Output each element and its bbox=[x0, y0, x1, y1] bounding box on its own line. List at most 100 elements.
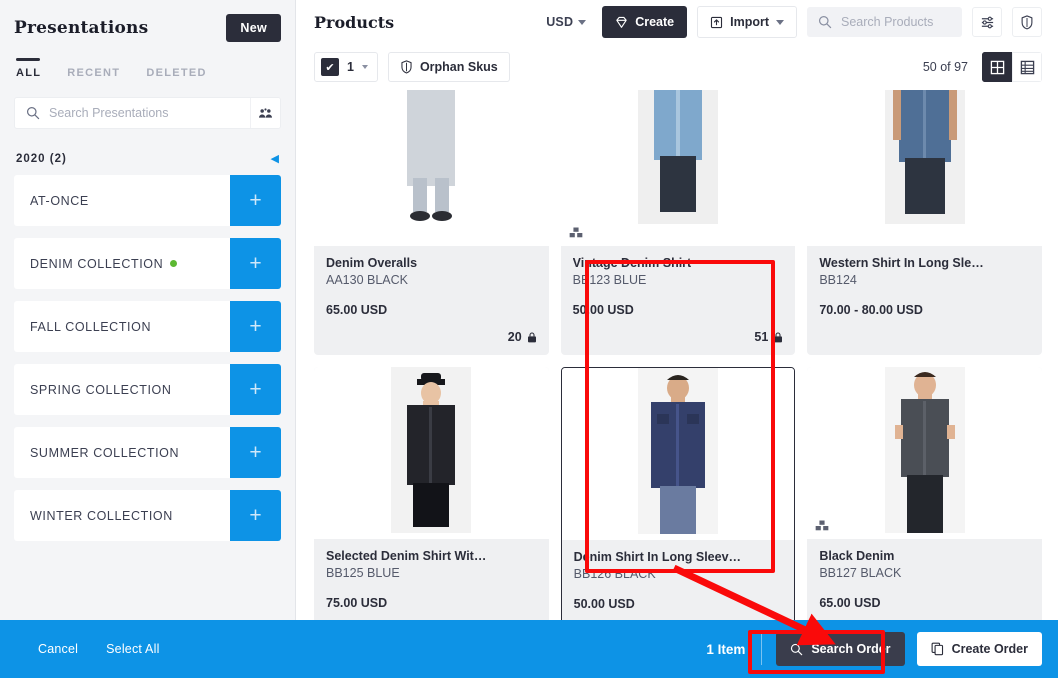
selection-count-label: 1 bbox=[347, 60, 354, 74]
sidebar-item-label-wrap: FALL COLLECTION bbox=[14, 301, 230, 352]
product-sku: BB127 BLACK bbox=[819, 566, 902, 580]
sidebar-header: Presentations New bbox=[0, 0, 295, 42]
product-image bbox=[807, 90, 1042, 246]
search-products-field[interactable] bbox=[807, 7, 962, 37]
product-name: Black Denim bbox=[819, 549, 895, 563]
selection-count-dropdown[interactable]: ✔ 1 bbox=[314, 52, 378, 82]
product-photo bbox=[391, 90, 472, 246]
product-image bbox=[314, 90, 549, 246]
shield-icon bbox=[400, 60, 413, 74]
add-to-presentation-button[interactable]: + bbox=[230, 175, 281, 226]
currency-label: USD bbox=[546, 15, 574, 29]
sidebar-item-label-wrap: DENIM COLLECTION bbox=[14, 238, 230, 289]
selected-item-count: 1 Item bbox=[706, 641, 746, 657]
selection-toolbar: ✔ 1 Orphan Skus 50 of 97 bbox=[296, 44, 1058, 90]
sidebar-item-label-wrap: WINTER COLLECTION bbox=[14, 490, 230, 541]
search-presentations-field[interactable] bbox=[15, 98, 250, 128]
sidebar-item-summer-collection[interactable]: SUMMER COLLECTION + bbox=[14, 427, 281, 478]
chevron-down-icon bbox=[578, 19, 587, 25]
product-sku: AA130 BLACK bbox=[326, 273, 408, 287]
group-users-icon[interactable] bbox=[250, 98, 280, 128]
search-icon bbox=[790, 643, 803, 656]
tab-all[interactable]: ALL bbox=[16, 58, 41, 79]
sidebar-item-denim-collection[interactable]: DENIM COLLECTION + bbox=[14, 238, 281, 289]
new-presentation-button[interactable]: New bbox=[226, 14, 281, 42]
sliders-filter-icon[interactable] bbox=[972, 7, 1002, 37]
sidebar-item-at-once[interactable]: AT-ONCE + bbox=[14, 175, 281, 226]
import-button-label: Import bbox=[730, 15, 769, 29]
lock-icon bbox=[773, 331, 783, 343]
product-card[interactable]: Selected Denim Shirt Wit… BB125 BLUE 75.… bbox=[314, 367, 549, 648]
products-grid-area: Denim Overalls AA130 BLACK 65.00 USD 20 bbox=[296, 90, 1058, 678]
product-card-selected[interactable]: Denim Shirt In Long Sleev… BB126 BLACK 5… bbox=[560, 367, 796, 648]
sku-stack-icon bbox=[815, 520, 829, 532]
product-name: Selected Denim Shirt Wit… bbox=[326, 549, 487, 563]
tab-recent[interactable]: RECENT bbox=[67, 60, 120, 79]
year-group-label: 2020 (2) bbox=[16, 153, 67, 165]
product-name: Vintage Denim Shirt bbox=[572, 256, 692, 270]
grid-view-icon[interactable] bbox=[982, 52, 1012, 82]
tab-deleted[interactable]: DELETED bbox=[146, 60, 206, 79]
product-card[interactable]: Western Shirt In Long Sle… BB124 70.00 -… bbox=[807, 90, 1042, 355]
product-image bbox=[560, 90, 796, 246]
sidebar-item-fall-collection[interactable]: FALL COLLECTION + bbox=[14, 301, 281, 352]
collapse-left-icon[interactable]: ◀ bbox=[271, 153, 279, 165]
sku-stack-icon bbox=[569, 227, 583, 239]
product-info: Denim Overalls AA130 BLACK 65.00 USD bbox=[314, 246, 549, 330]
search-products-input[interactable] bbox=[841, 15, 951, 29]
sidebar-item-label-wrap: AT-ONCE bbox=[14, 175, 230, 226]
divider bbox=[761, 633, 763, 665]
add-to-presentation-button[interactable]: + bbox=[230, 301, 281, 352]
import-button[interactable]: Import bbox=[697, 6, 797, 38]
product-sku: BB124 bbox=[819, 273, 857, 287]
shield-icon[interactable] bbox=[1012, 7, 1042, 37]
select-all-button[interactable]: Select All bbox=[106, 642, 159, 656]
product-price: 75.00 USD bbox=[326, 596, 388, 610]
product-info: Western Shirt In Long Sle… BB124 70.00 -… bbox=[807, 246, 1042, 344]
add-to-presentation-button[interactable]: + bbox=[230, 364, 281, 415]
sidebar-tabs: ALL RECENT DELETED bbox=[0, 42, 295, 79]
app-root: Presentations New ALL RECENT DELETED Sea… bbox=[0, 0, 1058, 678]
product-sku: BB123 BLUE bbox=[572, 273, 647, 287]
create-button[interactable]: Create bbox=[602, 6, 688, 38]
page-title: Presentations bbox=[14, 18, 149, 38]
copy-icon bbox=[931, 642, 944, 656]
result-count-label: 50 of 97 bbox=[922, 60, 968, 74]
sidebar-item-label: WINTER COLLECTION bbox=[30, 508, 173, 523]
product-stock: 51 bbox=[561, 330, 796, 355]
product-image bbox=[561, 368, 795, 540]
sidebar-search-container bbox=[14, 97, 281, 129]
add-to-presentation-button[interactable]: + bbox=[230, 427, 281, 478]
add-to-presentation-button[interactable]: + bbox=[230, 490, 281, 541]
select-all-checkbox[interactable]: ✔ bbox=[321, 58, 339, 76]
year-group-header: 2020 (2) ◀ bbox=[0, 129, 295, 175]
product-card[interactable]: Black Denim BB127 BLACK 65.00 USD 78 bbox=[807, 367, 1042, 648]
product-price: 65.00 USD bbox=[819, 596, 881, 610]
sidebar: Presentations New ALL RECENT DELETED Sea… bbox=[0, 0, 296, 678]
product-info: Denim Shirt In Long Sleev… BB126 BLACK 5… bbox=[562, 540, 795, 622]
cancel-button[interactable]: Cancel bbox=[38, 642, 78, 656]
orphan-skus-button[interactable]: Orphan Skus bbox=[387, 52, 510, 82]
currency-selector[interactable]: USD bbox=[540, 15, 592, 29]
product-stock: 20 bbox=[314, 330, 549, 355]
product-sku: BB125 BLUE bbox=[326, 566, 400, 580]
product-photo bbox=[884, 90, 965, 246]
product-photo bbox=[391, 367, 472, 539]
create-order-button[interactable]: Create Order bbox=[916, 632, 1042, 666]
sidebar-item-label: SUMMER COLLECTION bbox=[30, 445, 180, 460]
sidebar-item-winter-collection[interactable]: WINTER COLLECTION + bbox=[14, 490, 281, 541]
list-view-icon[interactable] bbox=[1012, 52, 1042, 82]
product-info: Vintage Denim Shirt BB123 BLUE 50.00 USD bbox=[561, 246, 796, 330]
sidebar-item-label: AT-ONCE bbox=[30, 193, 89, 208]
search-order-button[interactable]: Search Order bbox=[776, 632, 905, 666]
product-image bbox=[807, 367, 1042, 539]
product-info: Black Denim BB127 BLACK 65.00 USD bbox=[807, 539, 1042, 623]
product-card[interactable]: Denim Overalls AA130 BLACK 65.00 USD 20 bbox=[314, 90, 549, 355]
import-icon bbox=[710, 16, 723, 29]
sidebar-item-label: FALL COLLECTION bbox=[30, 319, 152, 334]
lock-icon bbox=[527, 331, 537, 343]
product-card[interactable]: Vintage Denim Shirt BB123 BLUE 50.00 USD… bbox=[560, 90, 796, 355]
add-to-presentation-button[interactable]: + bbox=[230, 238, 281, 289]
sidebar-item-spring-collection[interactable]: SPRING COLLECTION + bbox=[14, 364, 281, 415]
search-presentations-input[interactable] bbox=[49, 106, 239, 120]
